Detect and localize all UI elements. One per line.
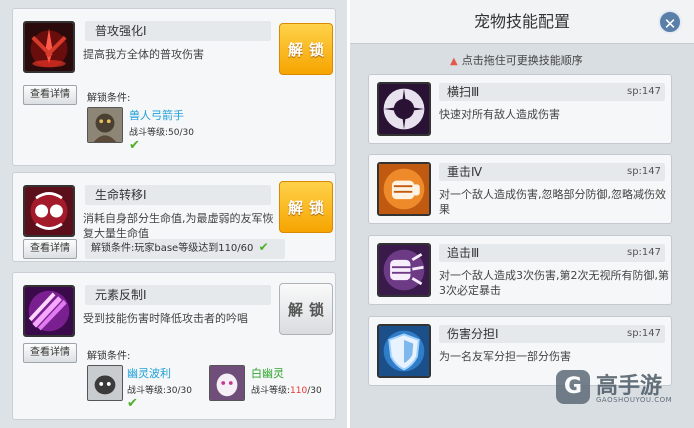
pet-skill-description: 为一名友军分担一部分伤害 (439, 350, 571, 363)
pet-skill-sp: sp:147 (626, 86, 661, 97)
sweep-skill-icon (377, 82, 431, 136)
unlock-button[interactable]: 解锁 (279, 23, 333, 75)
ghost-poring-avatar (87, 365, 123, 401)
watermark: G 高手游 GAOSHOUYOU.COM (556, 368, 676, 410)
panel-title: 宠物技能配置 (473, 12, 570, 31)
pet-paw-icon: ▲ (450, 56, 458, 67)
unlock-condition-title: 解锁条件: (87, 351, 131, 362)
orc-archer-avatar (87, 107, 123, 143)
check-icon: ✔ (127, 396, 138, 411)
skill-description: 消耗自身部分生命值,为最虚弱的友军恢复大量生命值 (83, 212, 274, 240)
panel-header: 宠物技能配置 ✕ (350, 0, 694, 44)
skill-card-attack-boost: 普攻强化Ⅰ 提高我方全体的普攻伤害 解锁 查看详情 解锁条件: 兽人弓箭手 战斗… (12, 8, 336, 166)
view-details-button[interactable]: 查看详情 (23, 343, 77, 363)
skill-card-life-transfer: 生命转移Ⅰ 消耗自身部分生命值,为最虚弱的友军恢复大量生命值 解锁 查看详情 解… (12, 172, 336, 262)
pet-skill-description: 对一个敌人造成伤害,忽略部分防御,忽略减伤效果 (439, 188, 666, 216)
pet-skill-description: 对一个敌人造成3次伤害,第2次无视所有防御,第3次必定暴击 (439, 269, 669, 297)
requirement-level: 战斗等级:50/30 (129, 128, 194, 138)
swords-skill-icon (23, 21, 75, 73)
skill-card-element-counter: 元素反制Ⅰ 受到技能伤害时降低攻击者的吟唱 解锁 查看详情 解锁条件: 幽灵波利… (12, 272, 336, 420)
pet-skill-sp: sp:147 (626, 328, 661, 339)
watermark-logo-icon: G (556, 370, 590, 404)
shield-skill-icon (377, 324, 431, 378)
unlock-button[interactable]: 解锁 (279, 181, 333, 233)
requirement-name: 兽人弓箭手 (129, 109, 184, 122)
unlock-button[interactable]: 解锁 (279, 283, 333, 335)
pet-skill-card[interactable]: 重击Ⅳ sp:147 对一个敌人造成伤害,忽略部分防御,忽略减伤效果 (368, 154, 672, 224)
unlock-condition: 解锁条件:玩家base等级达到110/60 ✔ (85, 239, 285, 259)
requirement-level: 战斗等级:30/30 (127, 386, 192, 396)
pet-skill-sp: sp:147 (626, 247, 661, 258)
requirement-name: 幽灵波利 (127, 367, 171, 380)
skill-description: 提高我方全体的普攻伤害 (83, 48, 204, 61)
claw-skill-icon (23, 285, 75, 337)
skill-name: 普攻强化Ⅰ (85, 21, 271, 41)
white-ghost-avatar (209, 365, 245, 401)
fist-skill-icon (377, 162, 431, 216)
watermark-url: GAOSHOUYOU.COM (596, 396, 673, 404)
pet-skill-sp: sp:147 (626, 166, 661, 177)
pet-skill-card[interactable]: 追击Ⅲ sp:147 对一个敌人造成3次伤害,第2次无视所有防御,第3次必定暴击 (368, 235, 672, 305)
requirement-name: 白幽灵 (251, 367, 284, 380)
unlock-condition-title: 解锁条件: (87, 93, 131, 104)
check-icon: ✔ (258, 240, 269, 254)
view-details-button[interactable]: 查看详情 (23, 239, 77, 259)
requirement-level: 战斗等级:110/30 (251, 386, 322, 396)
pet-skill-description: 快速对所有敌人造成伤害 (439, 108, 560, 121)
view-details-button[interactable]: 查看详情 (23, 85, 77, 105)
skill-description: 受到技能伤害时降低攻击者的吟唱 (83, 312, 248, 325)
check-icon: ✔ (129, 138, 140, 153)
left-panel: 普攻强化Ⅰ 提高我方全体的普攻伤害 解锁 查看详情 解锁条件: 兽人弓箭手 战斗… (0, 0, 347, 428)
pet-skill-card[interactable]: 横扫Ⅲ sp:147 快速对所有敌人造成伤害 (368, 74, 672, 144)
skill-name: 元素反制Ⅰ (85, 285, 271, 305)
pet-skill-config-panel: 宠物技能配置 ✕ ▲ 点击拖住可更换技能顺序 横扫Ⅲ sp:147 快速对所有敌人… (350, 0, 694, 428)
skill-name: 生命转移Ⅰ (85, 185, 271, 205)
close-button[interactable]: ✕ (658, 10, 682, 34)
drag-hint: ▲ 点击拖住可更换技能顺序 (450, 54, 583, 67)
life-transfer-skill-icon (23, 185, 75, 237)
pursuit-fist-skill-icon (377, 243, 431, 297)
